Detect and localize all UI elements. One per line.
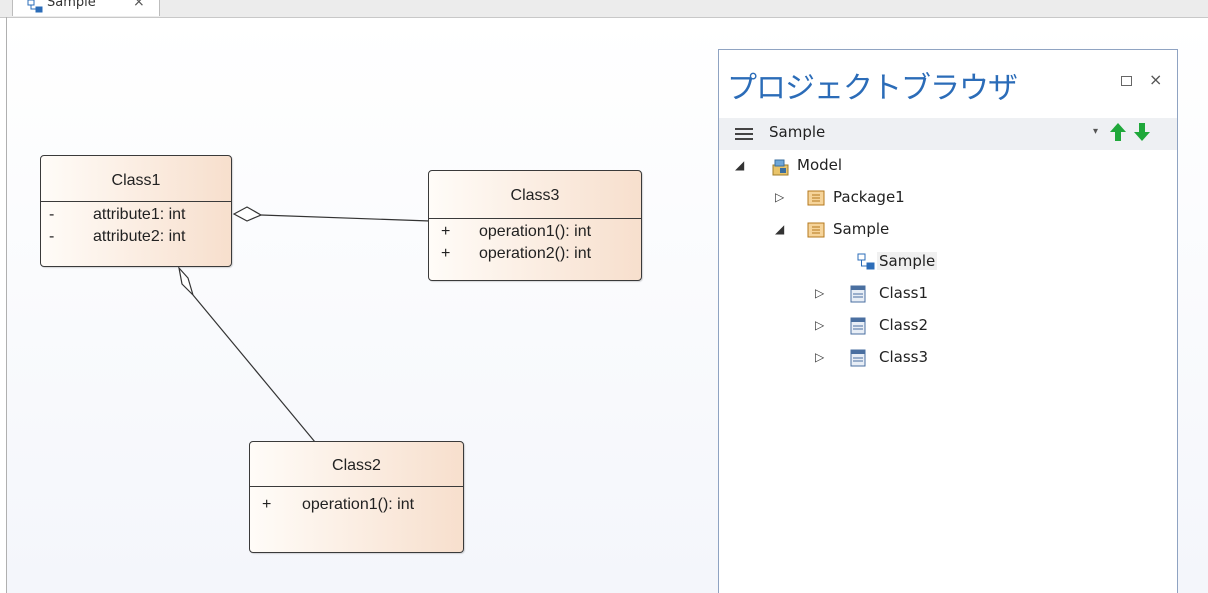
class-icon <box>849 317 867 335</box>
arrow-down-icon[interactable] <box>1133 122 1151 142</box>
class-box-class3[interactable]: Class3 + operation1(): int + operation2(… <box>428 170 642 281</box>
member-signature: operation2(): int <box>479 245 592 262</box>
tree-item-label: Class2 <box>879 316 929 334</box>
current-package-label[interactable]: Sample <box>769 123 825 141</box>
class-name: Class3 <box>510 187 560 204</box>
visibility-marker: - <box>49 228 55 245</box>
visibility-marker: + <box>262 496 272 513</box>
tree-item-label: Sample <box>877 252 938 270</box>
compartment-divider <box>41 201 231 202</box>
tab-label: Sample <box>47 0 96 10</box>
member-signature: operation1(): int <box>479 223 592 240</box>
panel-title: プロジェクトブラウザ <box>727 71 1018 106</box>
expand-toggle-icon[interactable]: ◢ <box>775 222 784 236</box>
package-icon <box>807 189 825 207</box>
member-signature: operation1(): int <box>302 496 415 513</box>
diagram-tab-strip: Sample × <box>0 0 1208 18</box>
class-member[interactable]: - attribute1: int <box>41 206 231 228</box>
tree-item-class3[interactable]: ▷ Class3 <box>815 345 1015 375</box>
class-box-class2[interactable]: Class2 + operation1(): int <box>249 441 464 553</box>
visibility-marker: + <box>441 245 451 262</box>
visibility-marker: - <box>49 206 55 223</box>
class-member[interactable]: + operation1(): int <box>250 496 463 518</box>
tree-item-label: Class3 <box>879 348 929 366</box>
expand-toggle-icon[interactable]: ▷ <box>815 286 824 300</box>
diagram-icon <box>27 0 43 13</box>
expand-toggle-icon[interactable]: ▷ <box>775 190 784 204</box>
class-icon <box>849 349 867 367</box>
class-member[interactable]: - attribute2: int <box>41 228 231 250</box>
diagram-icon <box>857 253 875 271</box>
tab-sample[interactable]: Sample × <box>12 0 160 16</box>
arrow-up-icon[interactable] <box>1109 122 1127 142</box>
close-tab-icon[interactable]: × <box>133 0 145 10</box>
class-name: Class2 <box>332 457 381 474</box>
tree-item-label: Package1 <box>833 188 905 206</box>
class-member[interactable]: + operation1(): int <box>429 223 641 245</box>
member-signature: attribute2: int <box>93 228 186 245</box>
class-name: Class1 <box>111 172 161 189</box>
compartment-divider <box>429 218 641 219</box>
visibility-marker: + <box>441 223 451 240</box>
package-icon <box>807 221 825 239</box>
chevron-down-icon[interactable]: ▾ <box>1093 126 1098 137</box>
aggregation-class1-class3[interactable] <box>232 206 431 222</box>
tree-item-class2[interactable]: ▷ Class2 <box>815 313 1015 343</box>
close-panel-icon[interactable]: × <box>1149 70 1162 89</box>
tree-item-label: Model <box>797 156 843 174</box>
class-icon <box>849 285 867 303</box>
tree-item-label: Class1 <box>879 284 929 302</box>
class-member[interactable]: + operation2(): int <box>429 245 641 267</box>
tree-item-class1[interactable]: ▷ Class1 <box>815 281 1015 311</box>
hamburger-icon[interactable] <box>735 128 753 140</box>
tree-item-model[interactable]: ◢ Model <box>735 153 935 183</box>
model-root-icon <box>771 157 789 176</box>
project-browser-panel: プロジェクトブラウザ × Sample ▾ ◢ Model ▷ Package1… <box>718 49 1178 593</box>
tree-item-package1[interactable]: ▷ Package1 <box>775 185 995 215</box>
expand-toggle-icon[interactable]: ◢ <box>735 158 744 172</box>
browser-toolbar: Sample ▾ <box>719 118 1177 150</box>
tree-item-sample-package[interactable]: ◢ Sample <box>775 217 995 247</box>
aggregation-class1-class2[interactable] <box>178 266 316 443</box>
tree-item-sample-diagram[interactable]: Sample <box>815 249 1035 279</box>
expand-toggle-icon[interactable]: ▷ <box>815 318 824 332</box>
compartment-divider <box>250 486 463 487</box>
member-signature: attribute1: int <box>93 206 186 223</box>
expand-toggle-icon[interactable]: ▷ <box>815 350 824 364</box>
class-box-class1[interactable]: Class1 - attribute1: int - attribute2: i… <box>40 155 232 267</box>
tree-item-label: Sample <box>833 220 890 238</box>
maximize-icon[interactable] <box>1121 76 1132 86</box>
